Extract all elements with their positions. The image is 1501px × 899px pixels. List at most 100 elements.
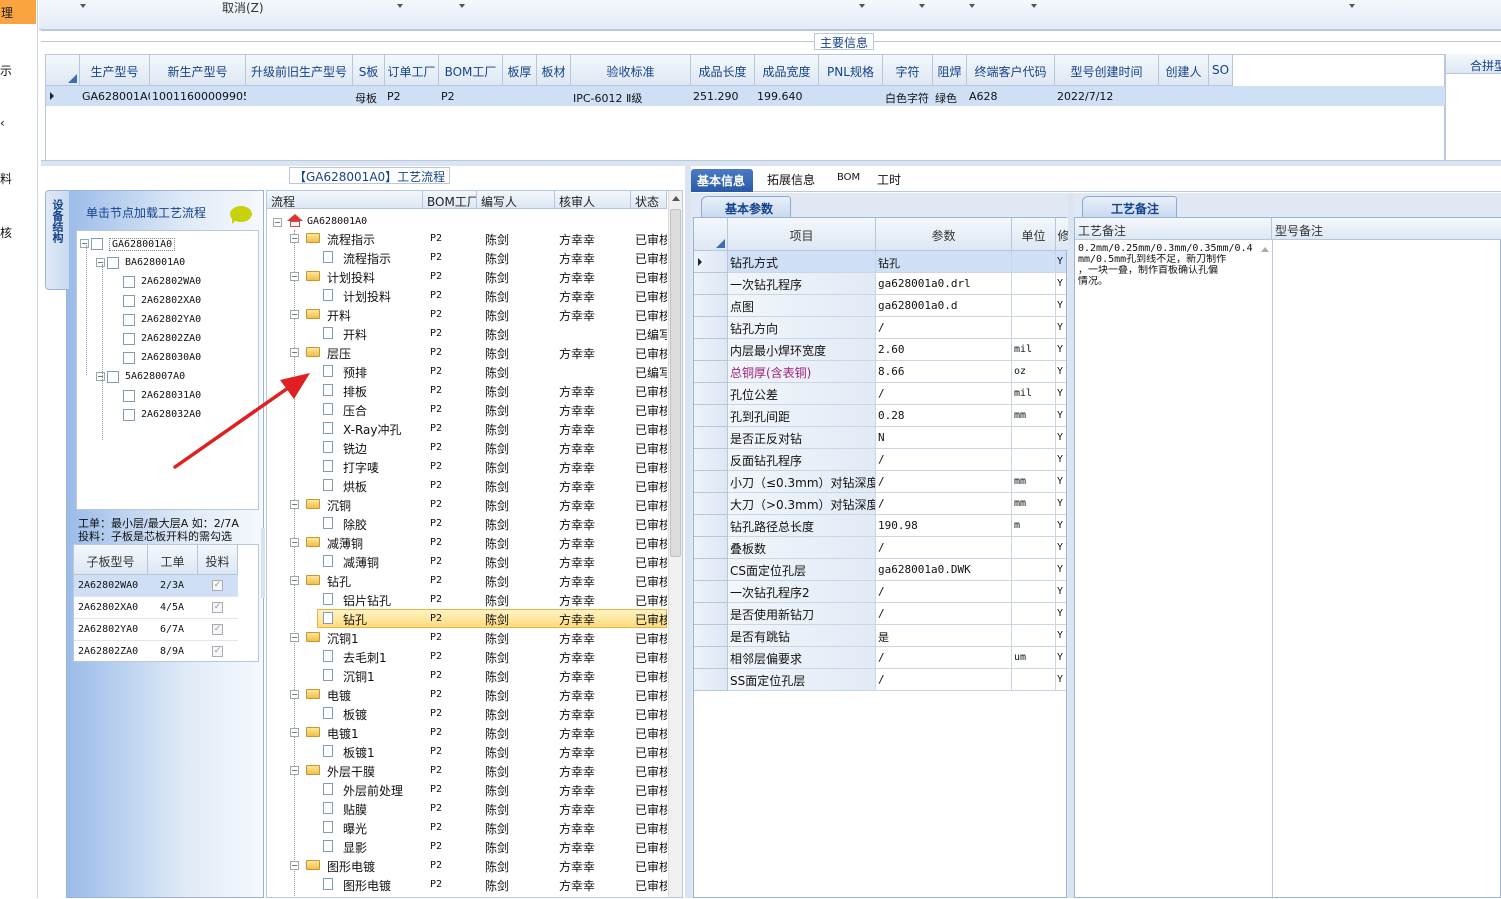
param-item[interactable]: 总铜厚(含表铜) (728, 361, 876, 383)
row-header[interactable] (694, 647, 728, 669)
param-value[interactable]: / (876, 537, 1012, 559)
param-unit[interactable] (1012, 251, 1056, 273)
flow-step-name[interactable]: 贴膜 (343, 801, 367, 818)
work-order[interactable]: 4/5A (160, 602, 184, 613)
param-mod-flag[interactable]: Y (1056, 647, 1066, 669)
work-order[interactable]: 8/9A (160, 646, 184, 657)
flow-step-name[interactable]: 钻孔 (343, 611, 367, 628)
tab-extended-info[interactable]: 拓展信息 (767, 171, 815, 188)
tab-hours[interactable]: 工时 (877, 171, 901, 188)
grid-cell[interactable]: 母板 (355, 86, 385, 106)
param-mod-flag[interactable]: Y (1056, 383, 1066, 405)
flow-step-name[interactable]: 排板 (343, 383, 367, 400)
column-header[interactable]: 验收标准 (571, 55, 691, 86)
grid-cell[interactable]: IPC-6012 Ⅱ级 (573, 86, 691, 106)
param-mod-flag[interactable]: Y (1056, 537, 1066, 559)
grid-cell[interactable]: GA628001A0 (82, 86, 150, 106)
collapse-icon[interactable]: − (290, 633, 299, 642)
param-unit[interactable]: mil (1012, 339, 1056, 361)
param-mod-flag[interactable]: Y (1056, 449, 1066, 471)
param-item[interactable]: 是否有跳钻 (728, 625, 876, 647)
column-header[interactable]: 参数 (876, 218, 1012, 251)
row-header[interactable] (694, 361, 728, 383)
param-value[interactable]: / (876, 647, 1012, 669)
param-item[interactable]: 小刀（≤0.3mm）对钻深度 (728, 471, 876, 493)
tree-node-label[interactable]: 2A62802WA0 (141, 276, 201, 287)
param-mod-flag[interactable]: Y (1056, 625, 1066, 647)
column-header[interactable]: 板厚 (503, 55, 537, 86)
node-checkbox[interactable] (107, 371, 119, 383)
grid-cell[interactable]: A628 (969, 86, 1055, 106)
collapse-icon[interactable]: − (290, 690, 299, 699)
tab-basic-info[interactable]: 基本信息 (691, 169, 753, 192)
param-mod-flag[interactable]: Y (1056, 317, 1066, 339)
param-unit[interactable]: oz (1012, 361, 1056, 383)
column-header[interactable]: 编写人 (477, 191, 555, 209)
flow-step-name[interactable]: 电镀 (327, 687, 351, 704)
grid-cell[interactable]: P2 (387, 86, 439, 106)
param-item[interactable]: 孔位公差 (728, 383, 876, 405)
param-item[interactable]: 一次钻孔程序2 (728, 581, 876, 603)
flow-step-name[interactable]: 板镀 (343, 706, 367, 723)
param-value[interactable]: ga628001a0.DWK (876, 559, 1012, 581)
expand-icon[interactable]: − (96, 258, 105, 267)
collapse-icon[interactable]: − (290, 310, 299, 319)
node-checkbox[interactable] (123, 333, 135, 345)
row-header[interactable] (694, 559, 728, 581)
subboard-model[interactable]: 2A62802ZA0 (78, 646, 138, 657)
column-header[interactable]: 生产型号 (80, 55, 150, 86)
flow-step-name[interactable]: 外层前处理 (343, 782, 403, 799)
row-header[interactable] (694, 625, 728, 647)
flow-step-name[interactable]: 减薄铜 (327, 535, 363, 552)
column-header[interactable]: 成品宽度 (755, 55, 819, 86)
grid-cell[interactable] (539, 86, 571, 106)
flow-step-name[interactable]: 开料 (343, 326, 367, 343)
column-header[interactable]: PNL规格 (819, 55, 883, 86)
param-mod-flag[interactable]: Y (1056, 273, 1066, 295)
nav-item[interactable]: 料 (0, 170, 12, 187)
flow-step-name[interactable]: 压合 (343, 402, 367, 419)
collapse-icon[interactable]: − (290, 500, 299, 509)
param-item[interactable]: 钻孔方式 (728, 251, 876, 273)
feed-checkbox[interactable]: ✓ (212, 602, 223, 613)
dropdown-arrow-icon[interactable] (919, 4, 925, 8)
param-value[interactable]: / (876, 471, 1012, 493)
node-checkbox[interactable] (107, 257, 119, 269)
row-header[interactable] (694, 339, 728, 361)
work-order[interactable]: 6/7A (160, 624, 184, 635)
flow-step-name[interactable]: 显影 (343, 839, 367, 856)
nav-item[interactable]: 示 (0, 62, 12, 79)
param-item[interactable]: 钻孔方向 (728, 317, 876, 339)
param-unit[interactable] (1012, 559, 1056, 581)
flow-step-name[interactable]: 流程指示 (327, 231, 375, 248)
param-mod-flag[interactable]: Y (1056, 361, 1066, 383)
feed-checkbox[interactable]: ✓ (212, 646, 223, 657)
param-unit[interactable] (1012, 449, 1056, 471)
node-checkbox[interactable] (123, 314, 135, 326)
param-unit[interactable] (1012, 625, 1056, 647)
flow-scrollbar[interactable] (668, 191, 682, 897)
node-checkbox[interactable] (91, 238, 103, 250)
grid-cell[interactable]: P2 (441, 86, 503, 106)
vertical-tab-device-structure[interactable]: 设备结构 (45, 190, 69, 290)
tree-node-label[interactable]: GA628001A0 (109, 238, 176, 251)
grid-cell[interactable] (821, 86, 883, 106)
row-header[interactable] (694, 317, 728, 339)
grid-cell[interactable] (248, 86, 353, 106)
column-header[interactable]: S板 (353, 55, 385, 86)
process-note-text[interactable]: 0.2mm/0.25mm/0.3mm/0.35mm/0.4 mm/0.5mm孔到… (1078, 243, 1263, 287)
row-header[interactable] (694, 295, 728, 317)
param-unit[interactable] (1012, 317, 1056, 339)
column-header[interactable]: 板材 (537, 55, 571, 86)
dropdown-arrow-icon[interactable] (397, 4, 403, 8)
param-value[interactable]: 8.66 (876, 361, 1012, 383)
param-mod-flag[interactable]: Y (1056, 515, 1066, 537)
param-value[interactable]: 190.98 (876, 515, 1012, 537)
grid-cell[interactable]: 10011600009905 (152, 86, 246, 106)
collapse-icon[interactable]: − (290, 576, 299, 585)
param-value[interactable]: / (876, 493, 1012, 515)
param-unit[interactable]: mil (1012, 383, 1056, 405)
feed-checkbox[interactable]: ✓ (212, 580, 223, 591)
collapse-icon[interactable]: − (273, 218, 282, 227)
param-unit[interactable]: m (1012, 515, 1056, 537)
